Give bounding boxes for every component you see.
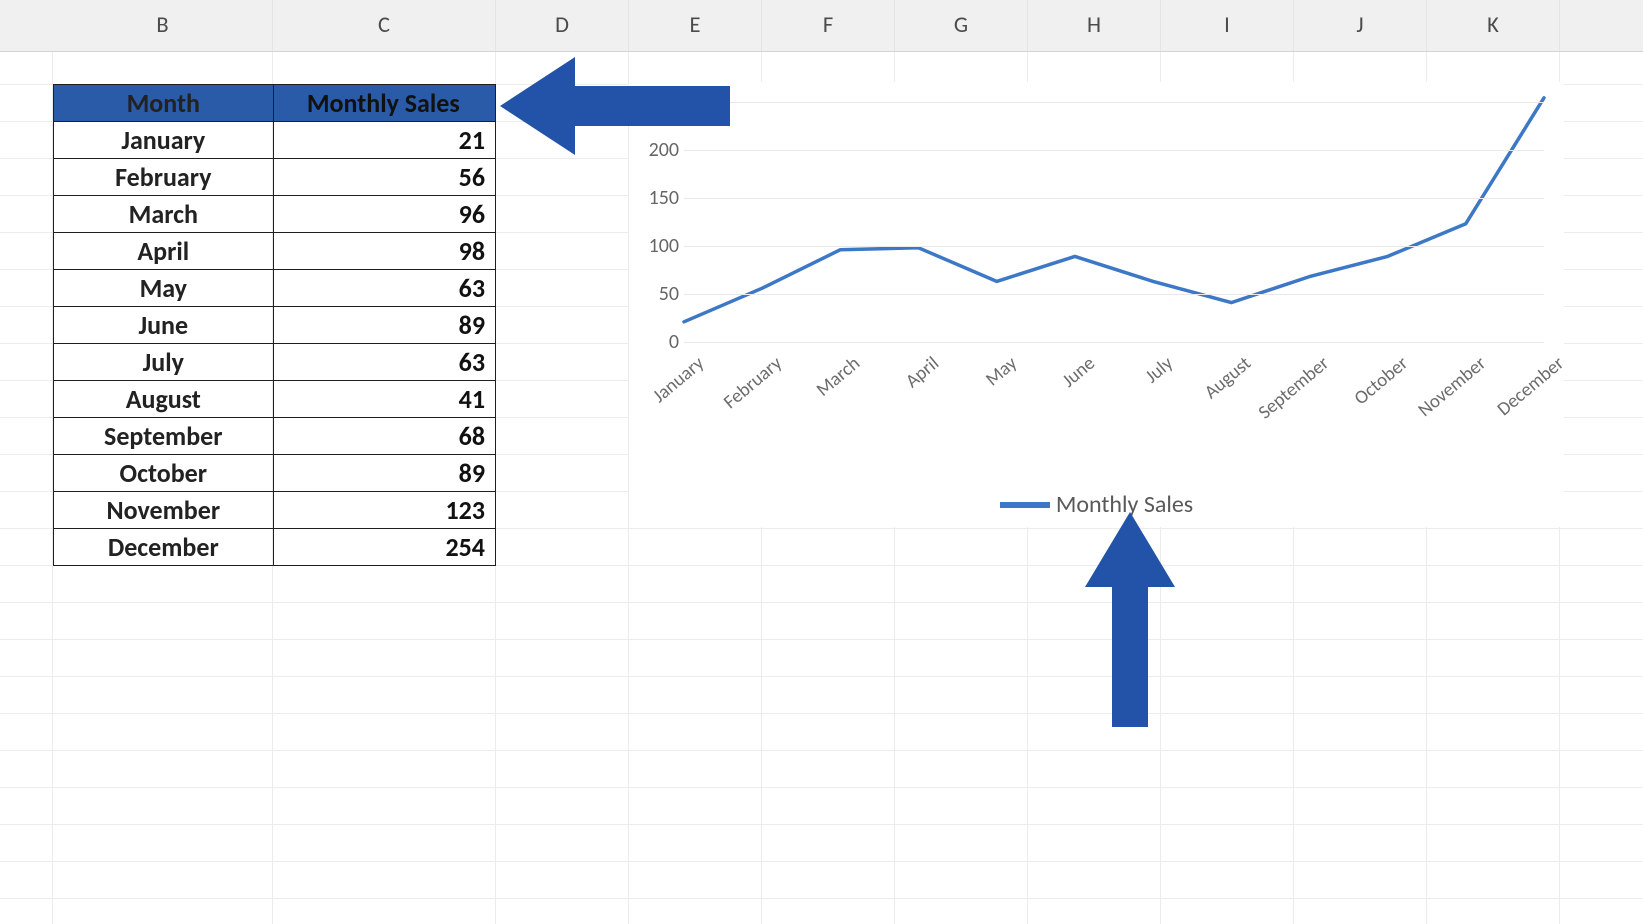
- table-row[interactable]: May63: [54, 270, 496, 307]
- cell-value[interactable]: 98: [273, 233, 495, 270]
- arrow-up-icon: [1085, 512, 1175, 727]
- legend-swatch: [1000, 502, 1050, 508]
- cell-value[interactable]: 63: [273, 344, 495, 381]
- table-row[interactable]: January21: [54, 122, 496, 159]
- chart-line-series: [684, 92, 1544, 342]
- table-row[interactable]: July63: [54, 344, 496, 381]
- cell-month[interactable]: June: [54, 307, 274, 344]
- cell-value[interactable]: 96: [273, 196, 495, 233]
- table-row[interactable]: April98: [54, 233, 496, 270]
- column-header-E[interactable]: E: [629, 0, 762, 51]
- header-month[interactable]: Month: [54, 85, 274, 122]
- chart-gridline: [684, 102, 1544, 103]
- cell-month[interactable]: May: [54, 270, 274, 307]
- cell-month[interactable]: March: [54, 196, 274, 233]
- cell-month[interactable]: September: [54, 418, 274, 455]
- cell-value[interactable]: 254: [273, 529, 495, 566]
- chart-y-tick-label: 0: [639, 330, 679, 354]
- column-header-H[interactable]: H: [1028, 0, 1161, 51]
- column-header-G[interactable]: G: [895, 0, 1028, 51]
- table-row[interactable]: November123: [54, 492, 496, 529]
- chart-y-tick-label: 50: [639, 282, 679, 306]
- cell-value[interactable]: 89: [273, 455, 495, 492]
- column-header-C[interactable]: C: [273, 0, 496, 51]
- table-row[interactable]: September68: [54, 418, 496, 455]
- column-headers: B C D E F G H I J K: [0, 0, 1643, 52]
- chart-gridline: [684, 150, 1544, 151]
- worksheet-grid[interactable]: Month Monthly Sales January21February56M…: [0, 52, 1643, 924]
- cell-month[interactable]: December: [54, 529, 274, 566]
- chart-plot-area: [684, 92, 1544, 342]
- column-header-F[interactable]: F: [762, 0, 895, 51]
- cell-month[interactable]: February: [54, 159, 274, 196]
- cell-month[interactable]: July: [54, 344, 274, 381]
- chart-y-tick-label: 100: [639, 234, 679, 258]
- table-row[interactable]: October89: [54, 455, 496, 492]
- cell-month[interactable]: April: [54, 233, 274, 270]
- cell-value[interactable]: 123: [273, 492, 495, 529]
- table-row[interactable]: December254: [54, 529, 496, 566]
- cell-month[interactable]: October: [54, 455, 274, 492]
- table-row[interactable]: March96: [54, 196, 496, 233]
- row-gutter: [0, 0, 53, 51]
- cell-value[interactable]: 56: [273, 159, 495, 196]
- column-header-K[interactable]: K: [1427, 0, 1560, 51]
- cell-month[interactable]: November: [54, 492, 274, 529]
- chart-y-tick-label: 150: [639, 186, 679, 210]
- cell-month[interactable]: January: [54, 122, 274, 159]
- column-header-B[interactable]: B: [53, 0, 273, 51]
- column-header-I[interactable]: I: [1161, 0, 1294, 51]
- table-row[interactable]: August41: [54, 381, 496, 418]
- line-chart[interactable]: Monthly Sales 050100150200250JanuaryFebr…: [629, 82, 1564, 527]
- table-header-row[interactable]: Month Monthly Sales: [54, 85, 496, 122]
- cell-value[interactable]: 89: [273, 307, 495, 344]
- cell-value[interactable]: 41: [273, 381, 495, 418]
- arrow-left-icon: [500, 57, 730, 155]
- chart-gridline: [684, 294, 1544, 295]
- cell-value[interactable]: 68: [273, 418, 495, 455]
- column-header-J[interactable]: J: [1294, 0, 1427, 51]
- column-header-D[interactable]: D: [496, 0, 629, 51]
- sales-data-table[interactable]: Month Monthly Sales January21February56M…: [53, 84, 496, 566]
- chart-gridline: [684, 246, 1544, 247]
- header-monthly-sales[interactable]: Monthly Sales: [273, 85, 495, 122]
- cell-value[interactable]: 21: [273, 122, 495, 159]
- cell-value[interactable]: 63: [273, 270, 495, 307]
- cell-month[interactable]: August: [54, 381, 274, 418]
- table-row[interactable]: February56: [54, 159, 496, 196]
- table-row[interactable]: June89: [54, 307, 496, 344]
- chart-gridline: [684, 198, 1544, 199]
- chart-gridline: [684, 342, 1544, 343]
